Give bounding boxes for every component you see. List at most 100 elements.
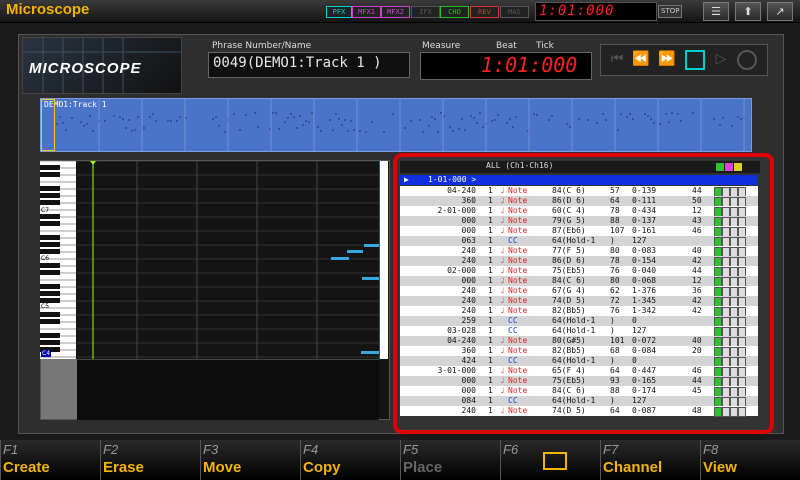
event-position: 259 [461,316,476,325]
event-data: 87(Eb6) [552,226,586,235]
event-data: 74(D 5) [552,296,586,305]
current-position-row[interactable]: ▶ 1-01-000 > [400,175,758,185]
event-row[interactable]: 000 1 Note 75(Eb5) 93 0-165 44 ♩ [400,376,758,387]
fx-switch-mfx2[interactable]: MFX2 [381,6,410,18]
position-field[interactable]: 1:01:000 [420,52,592,80]
event-channel: 1 [488,396,493,405]
event-row[interactable]: 240 1 Note 86(D 6) 78 0-154 42 ♩ [400,256,758,267]
up-arrow-icon[interactable]: ⬆ [735,2,761,21]
event-data: 60(C 4) [552,206,586,215]
event-row[interactable]: 240 1 Note 67(G 4) 62 1-376 36 ♩ [400,286,758,297]
event-value2: 0-434 [632,206,657,215]
event-value2: 0-139 [632,186,657,195]
fx-switch-mfx1[interactable]: MFX1 [352,6,381,18]
fkey-8-button[interactable]: F8 View [700,440,799,480]
event-row[interactable]: 04-240 1 Note 80(G#5) 101 0-072 40 ♩ [400,336,758,347]
event-row[interactable]: 259 1 CC 64(Hold-1) 0 [400,316,758,327]
event-channel: 1 [488,216,493,225]
fkey-number: F7 [603,442,619,457]
fx-switch-cho[interactable]: CHO [440,6,469,18]
track-ch-icon-3[interactable] [730,407,738,417]
event-data: 77(F 5) [552,246,586,255]
event-row[interactable]: 04-240 1 Note 84(C 6) 57 0-139 44 ♩ [400,186,758,197]
fx-switch-pfx[interactable]: PFX [326,6,352,18]
event-row[interactable]: 360 1 Note 86(D 6) 64 0-111 50 ♩ [400,196,758,207]
jump-to-start-icon[interactable]: ⏮ [607,49,627,69]
fkey-1-button[interactable]: F1 Create [0,440,99,480]
piano-roll-grid [77,161,379,359]
event-value3: 42 [692,256,702,265]
stop-icon[interactable] [685,50,705,70]
velocity-lane[interactable] [77,359,379,420]
velocity-panel-label [41,359,77,419]
track-ch-icon-4[interactable] [738,407,746,417]
event-row[interactable]: 360 1 Note 82(Bb5) 68 0-084 20 ♩ [400,346,758,357]
fkey-2-button[interactable]: F2 Erase [100,440,199,480]
event-row[interactable]: 240 1 Note 74(D 5) 72 1-345 42 ♩ [400,296,758,307]
view-toggle-icon-2[interactable] [725,163,733,171]
fkey-3-button[interactable]: F3 Move [200,440,299,480]
fkey-label: Erase [103,459,144,476]
fkey-label: Channel [603,459,663,476]
rewind-icon[interactable]: ⏪ [631,49,651,69]
list-menu-icon[interactable]: ☰ [703,2,729,21]
event-value3: 43 [692,216,702,225]
track-overview[interactable]: DEMO1:Track 1 [40,98,752,152]
record-icon[interactable] [737,50,757,70]
event-row[interactable]: 3-01-000 1 Note 65(F 4) 64 0-447 46 ♩ [400,366,758,377]
fkey-number: F4 [303,442,319,457]
track-ch-icon-1[interactable] [714,407,722,417]
event-row[interactable]: 240 1 Note 82(Bb5) 76 1-342 42 ♩ [400,306,758,317]
piano-roll[interactable] [40,160,390,420]
event-position: 360 [461,346,476,355]
fkey-5-button: F5 Place [400,440,499,480]
event-value2: 0-040 [632,266,657,275]
event-value1: ) [610,396,615,405]
event-row[interactable]: 000 1 Note 87(Eb6) 107 0-161 46 ♩ [400,226,758,237]
event-value1: 80 [610,276,620,285]
view-toggle-icon-1[interactable] [716,163,724,171]
fast-forward-icon[interactable]: ⏩ [657,49,677,69]
event-row[interactable]: 240 1 Note 74(D 5) 64 0-087 48 ♩ [400,406,758,417]
roll-scrollbar[interactable] [379,161,388,359]
event-row[interactable]: 000 1 Note 84(C 6) 88 0-174 45 ♩ [400,386,758,397]
event-value3: 44 [692,186,702,195]
fkey-7-button[interactable]: F7 Channel [600,440,699,480]
event-row[interactable]: 084 1 CC 64(Hold-1) 127 [400,396,758,407]
event-type: CC [508,356,518,365]
song-clock: 1:01:000 STOP [535,2,683,21]
beat-label: Beat [496,41,517,51]
event-type: Note [508,296,528,305]
fx-switch-rev[interactable]: REV [470,6,499,18]
event-type: CC [508,316,518,325]
fkey-6-button[interactable]: F6 [500,440,599,480]
note-icon: ♩ [500,296,505,305]
event-value2: 0-137 [632,216,657,225]
exit-icon[interactable]: ↗ [767,2,793,21]
phrase-field[interactable]: 0049(DEMO1:Track 1 ) [208,52,410,78]
event-value2: 127 [632,326,647,335]
event-row[interactable]: 02-000 1 Note 75(Eb5) 76 0-040 44 ♩ [400,266,758,277]
event-value1: 64 [610,366,620,375]
event-row[interactable]: 063 1 CC 64(Hold-1) 127 [400,236,758,247]
event-type: CC [508,396,518,405]
play-icon[interactable]: ▷ [711,49,731,69]
event-row[interactable]: 2-01-000 1 Note 60(C 4) 78 0-434 12 ♩ [400,206,758,217]
fkey-number: F2 [103,442,119,457]
view-toggle-icon-3[interactable] [734,163,742,171]
event-row[interactable]: 000 1 Note 79(G 5) 88 0-137 43 ♩ [400,216,758,227]
event-data: 65(F 4) [552,366,586,375]
event-row[interactable]: 03-028 1 CC 64(Hold-1) 127 [400,326,758,337]
fx-switch-mas[interactable]: MAS [500,6,529,18]
event-row[interactable]: 240 1 Note 77(F 5) 80 0-083 40 ♩ [400,246,758,257]
event-row[interactable]: 000 1 Note 84(C 6) 80 0-068 12 ♩ [400,276,758,287]
event-value2: 0-087 [632,406,657,415]
event-type: Note [508,306,528,315]
fx-switch-ifx[interactable]: IFX [411,6,440,18]
piano-keyboard[interactable]: C7 C6 C5 C4 [40,160,76,359]
note-icon: ♩ [500,366,505,375]
track-ch-icon-2[interactable] [722,407,730,417]
event-value2: 0-084 [632,346,657,355]
fkey-4-button[interactable]: F4 Copy [300,440,399,480]
event-row[interactable]: 424 1 CC 64(Hold-1) 0 [400,356,758,367]
